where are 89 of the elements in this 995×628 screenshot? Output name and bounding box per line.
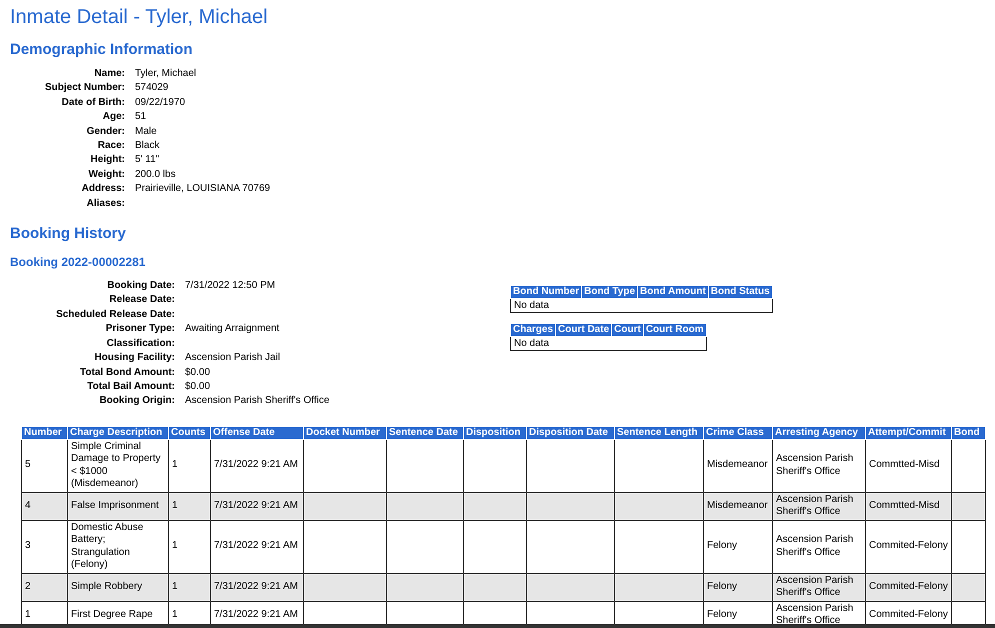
field-label: Prisoner Type: <box>106 322 175 336</box>
table-cell: Commited-Felony <box>866 573 952 602</box>
table-cell: Domestic Abuse Battery; Strangulation (Felony) <box>68 520 168 574</box>
field-label: Weight: <box>88 168 125 182</box>
table-cell: 7/31/2022 9:21 AM <box>210 492 304 520</box>
empty-message: No data <box>510 336 706 351</box>
field-label: Booking Date: <box>107 279 175 294</box>
table-cell: Felony <box>704 520 772 574</box>
section-heading: Demographic Information <box>10 41 193 58</box>
column-header: Court Room <box>643 324 706 337</box>
column-header: Disposition Date <box>526 426 614 440</box>
table-cell: Ascension Parish Sheriff's Office <box>772 520 866 574</box>
column-header: Crime Class <box>704 426 772 440</box>
table-cell: 1 <box>168 520 210 574</box>
column-header: Bond Status <box>708 286 772 299</box>
field-label: Housing Facility: <box>94 351 175 366</box>
field-value: Prairieville, LOUISIANA 70769 <box>135 182 270 196</box>
field-value: Awaiting Arraignment <box>185 322 280 336</box>
column-header: Bond Number <box>510 286 582 299</box>
table-cell: 7/31/2022 9:21 AM <box>210 520 304 574</box>
column-header: Disposition <box>464 426 526 440</box>
field-value: 51 <box>135 110 146 124</box>
table-cell: 1 <box>168 573 210 602</box>
table-cell: Commtted-Misd <box>866 492 952 520</box>
field-label: Race: <box>98 139 125 154</box>
table-cell: 2 <box>22 573 68 602</box>
field-value: 200.0 lbs <box>135 168 176 182</box>
table-cell: Felony <box>704 573 772 602</box>
table-cell: Ascension Parish Sheriff's Office <box>772 439 866 492</box>
table-cell: Misdemeanor <box>704 492 772 520</box>
field-label: Name: <box>94 67 125 81</box>
column-header: Bond Amount <box>638 286 708 299</box>
table-cell: 7/31/2022 9:21 AM <box>210 573 304 602</box>
field-label: Classification: <box>106 336 175 351</box>
field-value: $0.00 <box>185 380 210 394</box>
field-value: $0.00 <box>185 366 210 380</box>
field-value: 574029 <box>135 81 168 96</box>
field-label: Booking Origin: <box>99 394 175 408</box>
column-header: Sentence Date <box>386 426 464 440</box>
section-heading: Booking History <box>10 225 126 242</box>
table-cell: Ascension Parish Sheriff's Office <box>772 492 866 520</box>
field-label: Subject Number: <box>44 81 125 96</box>
column-header: Charge Description <box>68 426 168 440</box>
field-value: 09/22/1970 <box>135 96 186 110</box>
column-header: Bond Type <box>582 286 638 299</box>
table-cell: Commtted-Misd <box>866 439 952 492</box>
field-label: Scheduled Release Date: <box>56 308 175 322</box>
table-cell: Misdemeanor <box>704 439 772 492</box>
column-header: Arresting Agency <box>772 426 866 440</box>
column-header: Docket Number <box>304 426 386 440</box>
field-label: Total Bail Amount: <box>87 380 175 394</box>
field-label: Address: <box>82 182 125 196</box>
table-cell: 1 <box>168 439 210 492</box>
table-cell: False Imprisonment <box>68 492 168 520</box>
field-value: 7/31/2022 12:50 PM <box>185 279 276 294</box>
field-value: Ascension Parish Sheriff's Office <box>185 394 330 408</box>
column-header: Number <box>22 426 68 440</box>
empty-message: No data <box>510 298 772 313</box>
field-value: Ascension Parish Jail <box>185 351 280 366</box>
field-label: Height: <box>90 153 125 168</box>
column-header: Attempt/Commit <box>866 426 952 440</box>
table-cell: 7/31/2022 9:21 AM <box>210 439 304 492</box>
table-cell: 1 <box>168 492 210 520</box>
column-header: Bond <box>952 426 986 440</box>
field-label: Aliases: <box>86 196 125 211</box>
table-cell: Commited-Felony <box>866 520 952 574</box>
column-header: Court Date <box>556 324 612 337</box>
column-header: Counts <box>168 426 210 440</box>
table-cell: Ascension Parish Sheriff's Office <box>772 573 866 602</box>
field-value: 5' 11" <box>135 153 160 168</box>
table-cell: 5 <box>22 439 68 492</box>
field-value: Male <box>135 124 157 139</box>
column-header: Court <box>612 324 644 337</box>
field-value: Black <box>135 139 160 154</box>
field-label: Age: <box>102 110 125 124</box>
field-label: Total Bond Amount: <box>80 366 175 380</box>
column-header: Offense Date <box>210 426 304 440</box>
field-label: Date of Birth: <box>62 96 125 110</box>
column-header: Charges <box>510 324 556 337</box>
booking-heading: Booking 2022-00002281 <box>10 255 146 270</box>
table-cell: Simple Criminal Damage to Property < $1000 (Misdemeanor) <box>68 439 168 492</box>
page-title: Inmate Detail - Tyler, Michael <box>10 6 268 29</box>
field-value: Tyler, Michael <box>135 67 196 81</box>
column-header: Sentence Length <box>614 426 704 440</box>
table-cell: 4 <box>22 492 68 520</box>
table-cell: Simple Robbery <box>68 573 168 602</box>
field-label: Gender: <box>86 124 125 139</box>
field-label: Release Date: <box>109 293 175 308</box>
table-cell: 3 <box>22 520 68 574</box>
